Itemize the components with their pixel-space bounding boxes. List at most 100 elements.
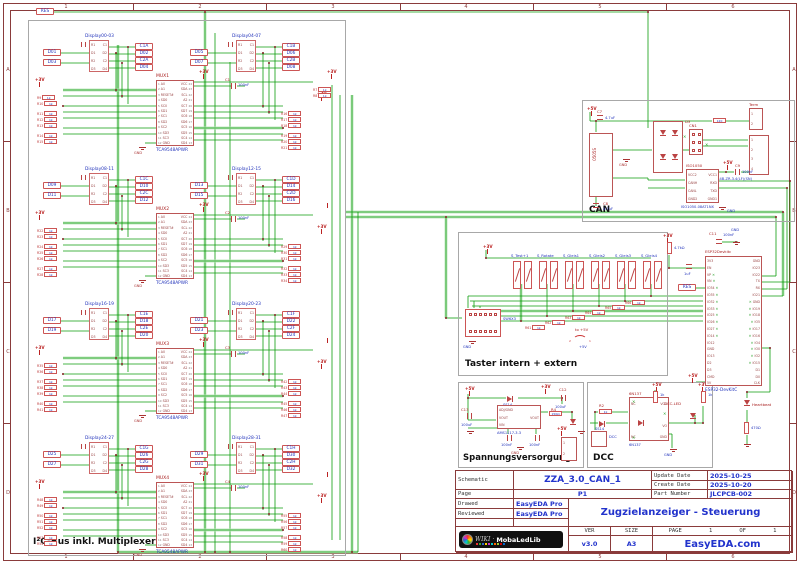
capacitor-icon[interactable] (593, 203, 599, 208)
signal-port[interactable]: C2E (135, 325, 153, 332)
dcdc-converter[interactable]: 0505S (589, 133, 613, 197)
signal-port[interactable]: C2A (135, 57, 153, 64)
resistor[interactable]: R571k (281, 517, 301, 523)
signal-port[interactable]: D18 (135, 318, 153, 325)
capacitor-icon[interactable] (716, 239, 722, 244)
signal-port[interactable]: D03 (43, 59, 61, 66)
dcc-connector[interactable] (591, 431, 607, 447)
solder-jumper[interactable]: 2 1 to +5V +5V (567, 327, 597, 349)
signal-port[interactable]: D22 (282, 318, 300, 325)
led-icon[interactable] (744, 400, 750, 405)
capacitor-icon[interactable] (467, 413, 472, 419)
signal-port[interactable]: C1D (282, 176, 300, 183)
signal-port[interactable]: D06 (282, 50, 300, 57)
signal-port[interactable]: D12 (135, 197, 153, 204)
voltage-regulator[interactable]: ADJ/GNDVOUTVIN VOUT (497, 405, 541, 429)
termination-resistor[interactable]: 120 (713, 118, 726, 123)
resistor[interactable]: R131k (37, 115, 57, 121)
signal-port[interactable]: D19 (43, 327, 61, 334)
resistor-value[interactable]: 150Ω (549, 411, 562, 416)
resistor[interactable]: R661k (625, 292, 645, 311)
capacitor-icon[interactable] (231, 83, 236, 89)
signal-port[interactable]: D32 (282, 466, 300, 473)
diode-icon[interactable] (507, 396, 512, 402)
resistor[interactable]: R621k (545, 312, 565, 331)
capacitor-icon[interactable] (507, 435, 512, 441)
signal-port[interactable]: C1H (282, 445, 300, 452)
resistor[interactable]: R231k (37, 226, 57, 232)
signal-port[interactable]: C1G (135, 445, 153, 452)
signal-port[interactable]: C2C (135, 190, 153, 197)
signal-port[interactable]: D05 (190, 49, 208, 56)
resistor[interactable]: R631k (565, 307, 585, 326)
switch-pair[interactable]: S_Gleis1 (563, 253, 587, 305)
resistor[interactable]: R411k (37, 399, 57, 405)
vendor-link[interactable]: EasyEDA.com (655, 539, 790, 550)
external-switch-connector[interactable] (465, 309, 501, 337)
signal-port[interactable]: D27 (43, 461, 61, 468)
display-connector-body[interactable]: R1C1D1D2R2C2D3D4 (89, 173, 109, 205)
signal-port[interactable]: C2F (282, 325, 300, 332)
signal-port[interactable]: C1A (135, 43, 153, 50)
resistor[interactable]: R611k (525, 317, 545, 336)
resistor[interactable]: R81k (313, 85, 331, 91)
signal-port[interactable]: D02 (135, 50, 153, 57)
capacitor-icon[interactable] (535, 435, 540, 441)
resistor[interactable]: R391k (37, 383, 57, 389)
display-connector[interactable]: Display24-27 R1C1D1D2R2C2D3D4 D25D27 (31, 436, 177, 480)
mux-chip[interactable]: 1 A02 A13 RESET#4 SD05 SC06 SD17 SC18 SD… (156, 348, 194, 414)
can-connector[interactable]: 1234 (749, 135, 769, 175)
signal-port[interactable]: D04 (135, 64, 153, 71)
signal-port[interactable]: C2G (135, 459, 153, 466)
signal-port[interactable]: D29 (190, 451, 208, 458)
signal-port[interactable]: D20 (135, 332, 153, 339)
resistor[interactable]: R361k (37, 361, 57, 367)
capacitor-icon[interactable] (597, 115, 603, 120)
signal-port[interactable]: D01 (43, 49, 61, 56)
resistor[interactable]: R181k (281, 115, 301, 121)
signal-port[interactable]: D25 (43, 451, 61, 458)
display-connector-body[interactable]: R1C1D1D2R2C2D3D4 (236, 442, 256, 474)
resistor[interactable]: R491k (37, 495, 57, 501)
resistor[interactable]: R441k (281, 383, 301, 389)
signal-port[interactable]: C2H (282, 459, 300, 466)
resistor[interactable]: R101k (37, 93, 57, 99)
jumper-block[interactable] (689, 129, 703, 155)
resistor[interactable]: R281k (37, 264, 57, 270)
capacitor-icon[interactable] (231, 351, 236, 357)
signal-port[interactable]: D08 (282, 64, 300, 71)
signal-port[interactable]: D11 (43, 192, 61, 199)
signal-port[interactable]: D07 (190, 59, 208, 66)
display-connector-body[interactable]: R1C1D1D2R2C2D3D4 (236, 308, 256, 340)
signal-port[interactable]: D14 (282, 183, 300, 190)
signal-port[interactable]: D10 (135, 183, 153, 190)
power-connector[interactable]: 12 (561, 437, 577, 461)
resistor[interactable]: R261k (37, 248, 57, 254)
signal-port[interactable]: C1B (282, 43, 300, 50)
switch-pair[interactable]: S_Rotate (537, 253, 561, 305)
signal-port[interactable]: C1C (135, 176, 153, 183)
resistor-icon[interactable] (653, 391, 658, 403)
signal-port[interactable]: C1E (135, 311, 153, 318)
capacitor-icon[interactable] (231, 485, 236, 491)
esp32-module[interactable]: 3V3ENVPVNIO34IO35IO32IO33IO25IO26IO27IO1… (705, 256, 762, 386)
resistor[interactable]: R601k (281, 539, 301, 545)
resistor[interactable]: R651k (605, 297, 625, 316)
signal-port[interactable]: D16 (282, 197, 300, 204)
signal-port[interactable]: D09 (43, 182, 61, 189)
signal-port[interactable]: C1F (282, 311, 300, 318)
diode-array[interactable] (653, 121, 683, 173)
optocoupler[interactable]: NCNC VCCVOGND ✕ ✕ ✕ (629, 397, 669, 441)
display-connector[interactable]: Display16-19 R1C1D1D2R2C2D3D4 D17D19 (31, 302, 177, 346)
signal-port[interactable]: C2B (282, 57, 300, 64)
capacitor-icon[interactable] (686, 264, 692, 269)
signal-port[interactable]: D21 (190, 317, 208, 324)
resistor-value[interactable]: 1k (599, 409, 612, 414)
display-connector[interactable]: Display00-03 R1C1D1D2R2C2D3D4 D01D03 (31, 34, 177, 78)
resistor-icon[interactable] (667, 242, 672, 254)
display-connector-body[interactable]: R1C1D1D2R2C2D3D4 (89, 308, 109, 340)
capacitor-icon[interactable] (735, 169, 740, 175)
resistor-icon[interactable] (744, 422, 749, 434)
res-port[interactable]: RES (678, 284, 696, 291)
signal-port[interactable]: D24 (282, 332, 300, 339)
